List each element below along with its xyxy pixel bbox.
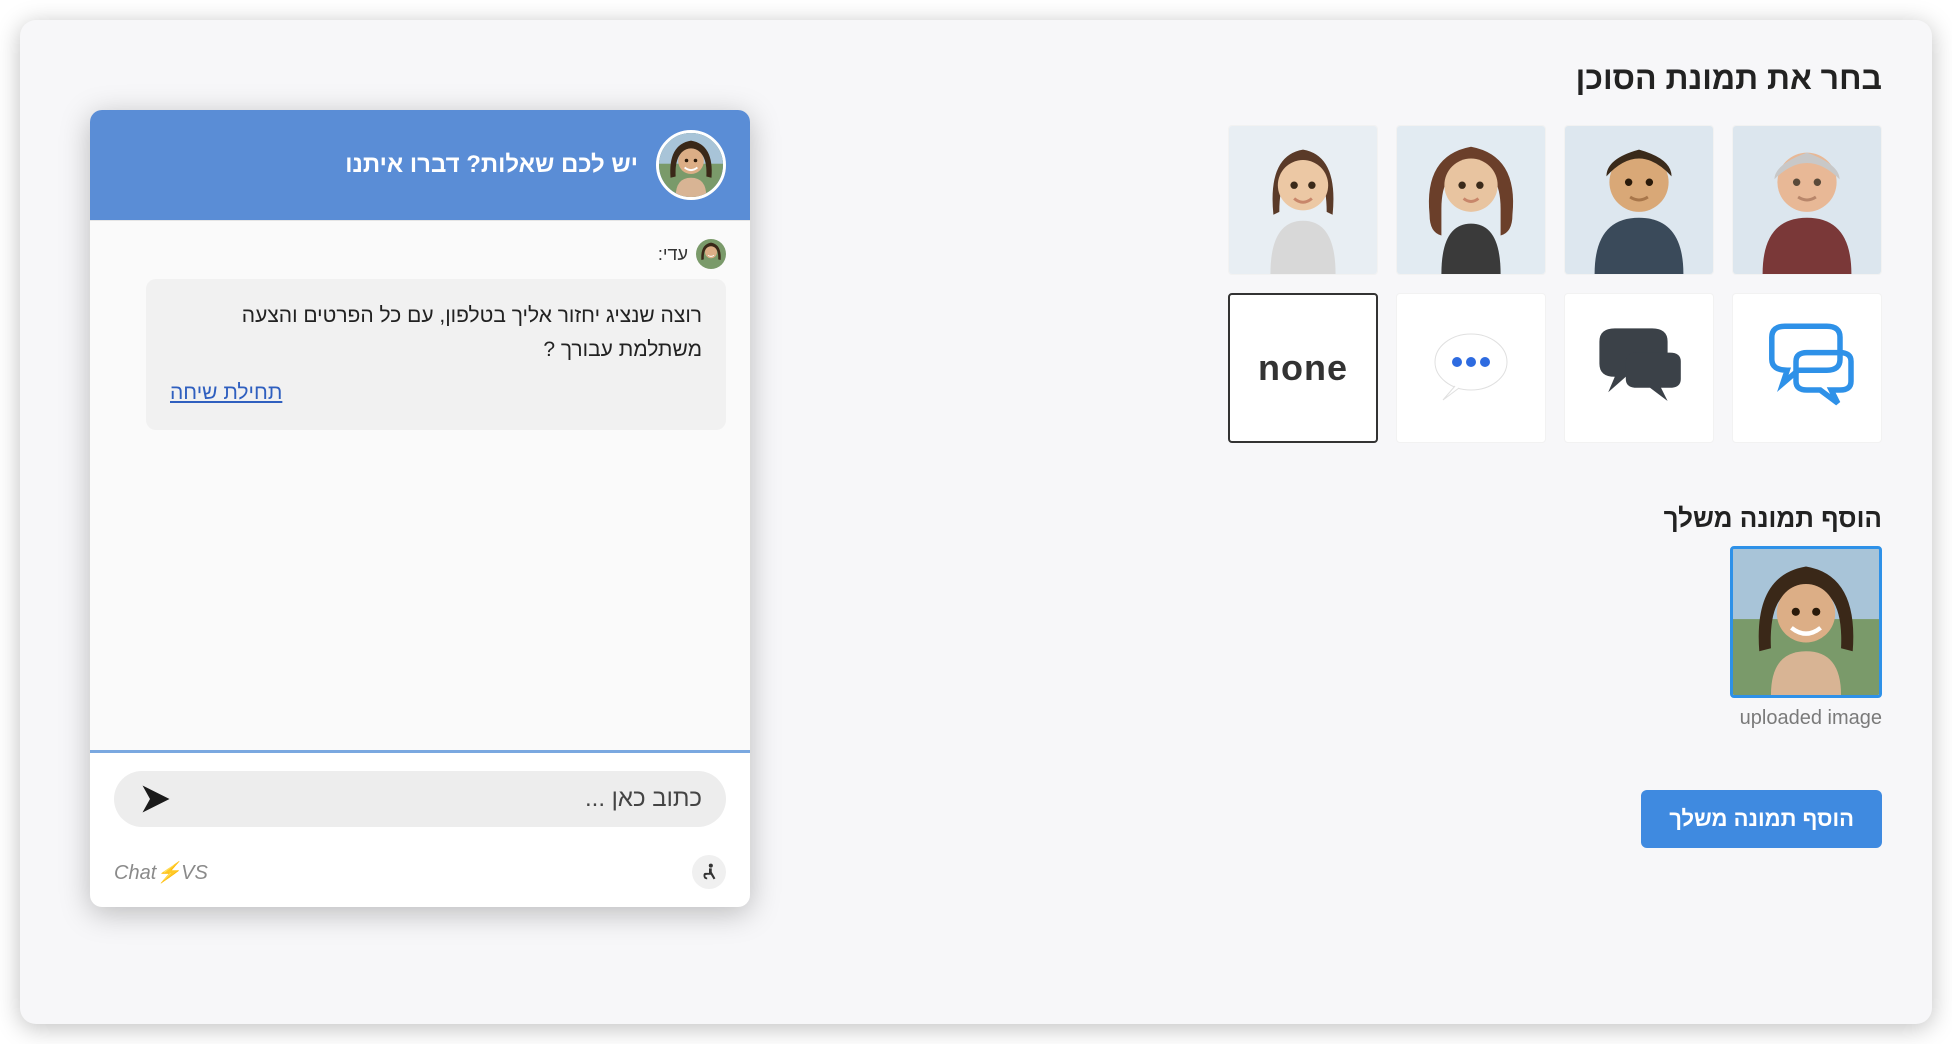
- chat-bubbles-outline-icon: [1752, 313, 1862, 423]
- chat-bubbles-dark-icon: [1584, 313, 1694, 423]
- avatar-option-1[interactable]: [1732, 125, 1882, 275]
- add-image-button[interactable]: הוסף תמונה משלך: [1641, 790, 1882, 848]
- agent-image-selector: בחר את תמונת הסוכן: [1242, 60, 1882, 848]
- chat-header: יש לכם שאלות? דברו איתנו: [90, 110, 750, 220]
- accessibility-button[interactable]: [692, 855, 726, 889]
- agent-name: עדי:: [658, 244, 688, 265]
- uploaded-image-wrap: uploaded image: [1242, 546, 1882, 730]
- chat-header-avatar: [656, 130, 726, 200]
- chat-input[interactable]: [174, 785, 702, 813]
- chat-icon-option-blue-outline[interactable]: [1732, 293, 1882, 443]
- none-label: none: [1258, 347, 1348, 389]
- chat-icon-option-dots[interactable]: [1396, 293, 1546, 443]
- chat-header-text: יש לכם שאלות? דברו איתנו: [345, 151, 638, 179]
- settings-panel: בחר את תמונת הסוכן: [20, 20, 1932, 1024]
- chat-footer: Chat⚡VS: [90, 845, 750, 907]
- uploaded-image-caption: uploaded image: [1242, 707, 1882, 730]
- upload-section: הוסף תמונה משלך uploaded image: [1242, 503, 1882, 848]
- chat-input-wrap: [114, 771, 726, 827]
- upload-title: הוסף תמונה משלך: [1242, 503, 1882, 534]
- chat-message-text: רוצה שנציג יחזור אליך בטלפון, עם כל הפרט…: [242, 304, 702, 361]
- start-chat-link[interactable]: תחילת שיחה: [170, 376, 702, 410]
- select-image-title: בחר את תמונת הסוכן: [1242, 60, 1882, 97]
- chat-dots-icon: [1421, 318, 1521, 418]
- chat-message-avatar: [696, 239, 726, 269]
- avatar-option-4[interactable]: [1228, 125, 1378, 275]
- avatar-face-4: [1229, 126, 1377, 274]
- chat-brand: Chat⚡VS: [114, 860, 208, 885]
- avatar-face-1: [1733, 126, 1881, 274]
- chat-body: עדי: רוצה שנציג יחזור אליך בטלפון, עם כל…: [90, 220, 750, 750]
- avatar-option-2[interactable]: [1564, 125, 1714, 275]
- send-icon[interactable]: [138, 781, 174, 817]
- uploaded-avatar-icon: [1733, 549, 1879, 695]
- avatar-option-3[interactable]: [1396, 125, 1546, 275]
- avatar-face-3: [1397, 126, 1545, 274]
- avatar-agent-small-icon: [696, 239, 726, 269]
- image-grid: none: [1242, 125, 1882, 443]
- avatar-agent-icon: [659, 133, 723, 197]
- chat-message-bubble: רוצה שנציג יחזור אליך בטלפון, עם כל הפרט…: [146, 279, 726, 430]
- chat-icon-option-dark[interactable]: [1564, 293, 1714, 443]
- agent-line: עדי:: [114, 239, 726, 269]
- chat-input-area: [90, 750, 750, 845]
- uploaded-image-preview[interactable]: [1730, 546, 1882, 698]
- chat-widget: יש לכם שאלות? דברו איתנו עדי: רוצה שנציג…: [90, 110, 750, 907]
- none-option[interactable]: none: [1228, 293, 1378, 443]
- avatar-face-2: [1565, 126, 1713, 274]
- accessibility-icon: [698, 861, 720, 883]
